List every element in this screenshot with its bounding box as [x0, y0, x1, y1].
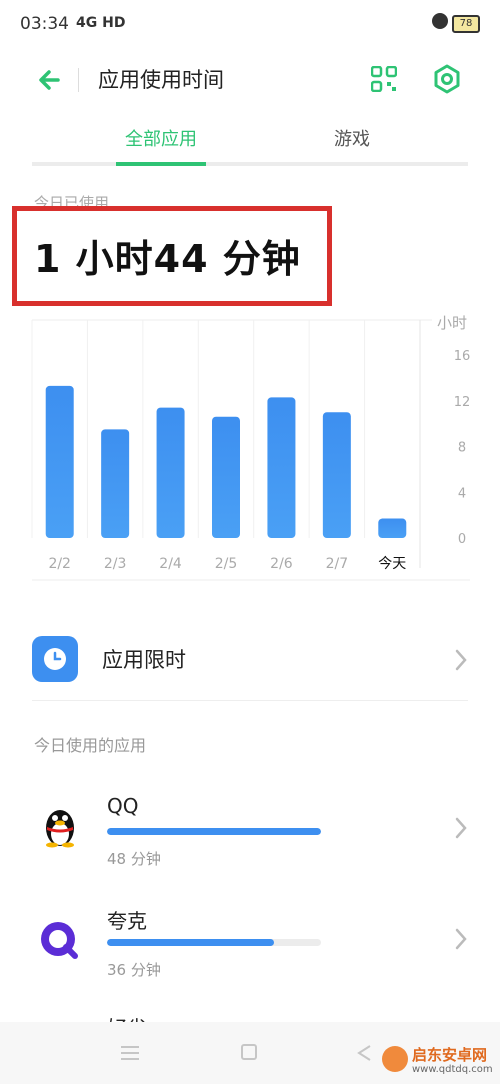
- tab-all-apps[interactable]: 全部应用: [116, 120, 206, 160]
- app-row-quark[interactable]: 夸克 36 分钟: [32, 905, 468, 1005]
- app-name: 夸克: [107, 909, 147, 933]
- x-tick-label: 2/3: [104, 556, 127, 572]
- alarm-icon: [432, 13, 448, 29]
- header-divider: [78, 68, 79, 92]
- app-usage-time: 48 分钟: [107, 850, 161, 868]
- tab-games[interactable]: 游戏: [302, 120, 402, 160]
- x-tick-label: 2/2: [48, 556, 71, 572]
- app-usage-time: 36 分钟: [107, 961, 161, 979]
- battery-icon: 78: [452, 15, 480, 33]
- x-tick-label: 2/6: [270, 556, 293, 572]
- watermark-url: www.qdtdq.com: [412, 1064, 493, 1075]
- usage-bar-track: [107, 939, 321, 946]
- top-bar: 应用使用时间: [0, 50, 500, 110]
- apps-section-label: 今日使用的应用: [34, 736, 147, 755]
- chart-bar: [378, 518, 407, 538]
- y-tick-label: 4: [458, 486, 466, 501]
- page-title: 应用使用时间: [98, 68, 224, 92]
- qq-penguin-icon: [46, 810, 74, 848]
- watermark-logo-icon: [382, 1046, 408, 1072]
- usage-bar-track: [107, 828, 321, 835]
- qr-code-icon[interactable]: [371, 66, 397, 92]
- watermark: 启东安卓网 www.qdtdq.com: [378, 1042, 500, 1084]
- chart-bar: [322, 412, 351, 538]
- app-row-qq[interactable]: QQ 48 分钟: [32, 794, 468, 894]
- app-limit-label: 应用限时: [102, 648, 186, 672]
- home-icon[interactable]: [241, 1044, 257, 1060]
- total-usage-time: 1 小时44 分钟: [34, 237, 301, 281]
- chart-bar: [45, 385, 74, 538]
- y-tick-label: 12: [454, 395, 471, 410]
- x-tick-label: 2/4: [159, 556, 182, 572]
- y-tick-label: 16: [454, 349, 471, 364]
- chart-bar: [101, 429, 130, 538]
- y-tick-label: 0: [458, 532, 466, 547]
- app-limit-row[interactable]: 应用限时: [32, 630, 468, 694]
- back-arrow-icon[interactable]: [32, 62, 68, 98]
- menu-icon[interactable]: [120, 1046, 140, 1060]
- tab-track: [32, 162, 468, 166]
- chevron-right-icon: [455, 649, 467, 671]
- clock-icon: [32, 636, 78, 682]
- settings-gear-icon[interactable]: [432, 64, 462, 94]
- quark-icon: [41, 922, 78, 959]
- x-tick-label: 2/5: [215, 556, 238, 572]
- tab-bar: 全部应用 游戏: [32, 120, 468, 166]
- back-triangle-icon[interactable]: [356, 1044, 372, 1062]
- tab-indicator: [116, 162, 206, 166]
- x-tick-label: 2/7: [326, 556, 349, 572]
- usage-chart-svg: 小时 16 12 8 4 0 2/2 2/3 2/4 2/5 2/6 2/7 今天: [31, 314, 471, 581]
- usage-bar-fill: [107, 828, 321, 835]
- y-tick-label: 8: [458, 441, 466, 456]
- chart-bar: [267, 397, 296, 538]
- status-bar: 03:34 4G HD 78: [0, 0, 500, 48]
- app-name: QQ: [107, 794, 139, 818]
- chart-bar: [156, 407, 185, 538]
- chart-bar: [212, 416, 240, 538]
- watermark-name: 启东安卓网: [412, 1046, 488, 1064]
- divider: [32, 700, 468, 701]
- usage-bar-fill: [107, 939, 274, 946]
- x-tick-label: 今天: [378, 556, 406, 572]
- chevron-right-icon: [455, 928, 467, 950]
- chevron-right-icon: [455, 817, 467, 839]
- network-indicator: 4G HD: [76, 15, 126, 31]
- status-time: 03:34: [20, 14, 69, 34]
- chart-unit-label: 小时: [437, 314, 467, 332]
- usage-chart: 小时 16 12 8 4 0 2/2 2/3 2/4 2/5 2/6 2/7 今天: [0, 310, 500, 590]
